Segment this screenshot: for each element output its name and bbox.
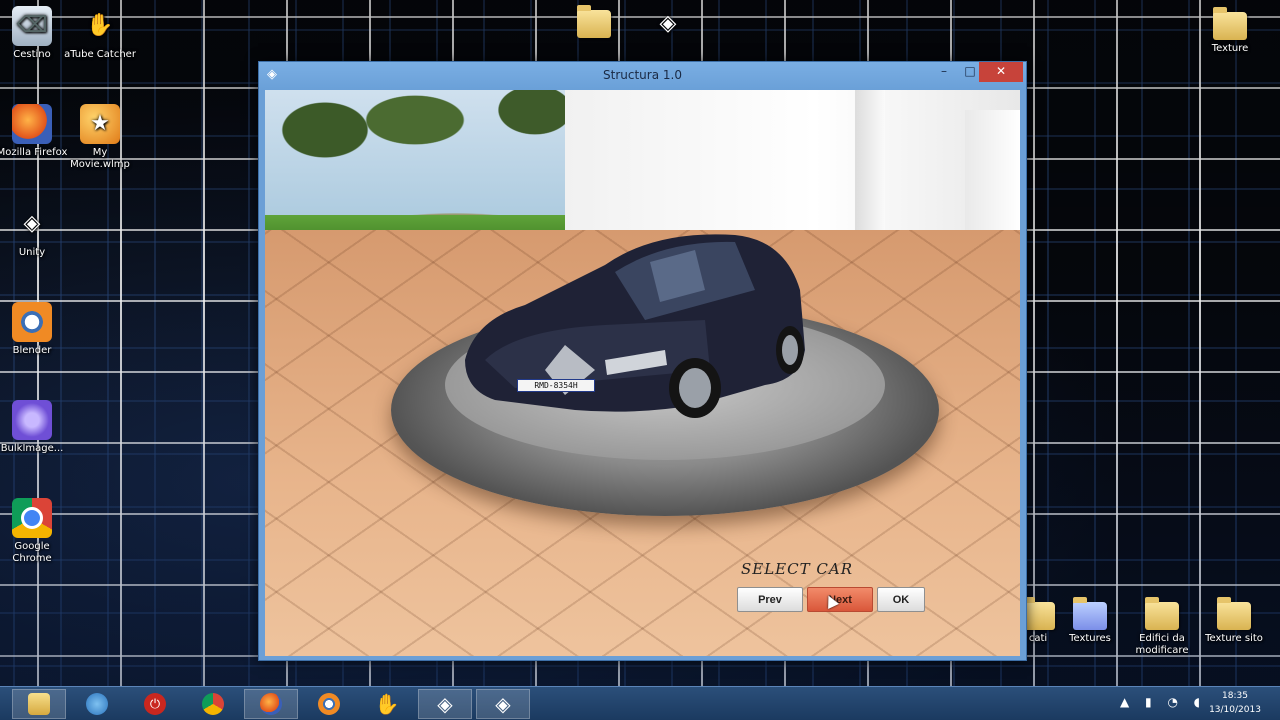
minimize-button[interactable]: – [931,62,957,82]
desktop-icon-label: Cestino [13,49,51,60]
unity-icon: ◈ [495,692,511,716]
taskbar-chrome[interactable] [186,689,240,719]
taskbar-unity-1[interactable]: ◈ [418,689,472,719]
taskbar-clock[interactable]: 18:35 13/10/2013 [1200,689,1270,717]
taskbar-unity-2[interactable]: ◈ [476,689,530,719]
taskbar-blender[interactable] [302,689,356,719]
unity-icon: ◈ [659,11,677,36]
taskbar: ⏻ ✋ ◈ ◈ ▲ ▮ ◔ ◖ 18:35 13/10/2013 [0,686,1280,720]
desktop-icon-label: Texture [1211,43,1249,54]
desktop-icon-my-movie[interactable]: ★ My Movie.wlmp [62,104,138,171]
desktop-icon-unity-top[interactable]: ◈ [630,4,706,47]
title-bar[interactable]: ◈ Structura 1.0 – □ ✕ [259,62,1026,90]
desktop-icon-label: Texture sito [1205,633,1263,644]
desktop-icon-label: Mozilla Firefox [0,147,68,158]
firefox-icon [12,104,52,144]
desktop-icon-texture-sito[interactable]: Texture sito [1196,596,1272,645]
recycle-bin-icon: ⌫ [12,6,52,46]
desktop-icon-firefox[interactable]: Mozilla Firefox [0,104,70,159]
select-car-label: SELECT CAR [741,560,853,578]
power-icon: ⏻ [144,693,166,715]
taskbar-atube-catcher[interactable]: ✋ [360,689,414,719]
desktop-icon-textures[interactable]: Textures [1052,596,1128,645]
chrome-icon [202,693,224,715]
close-button[interactable]: ✕ [979,62,1023,82]
network-icon [86,693,108,715]
desktop-icon-blender[interactable]: Blender [0,302,70,357]
blender-icon [12,302,52,342]
atube-catcher-icon: ✋ [86,13,114,38]
taskbar-firefox[interactable] [244,689,298,719]
desktop-icon-label: My Movie.wlmp [70,147,130,170]
desktop-icon-label: cati [1028,633,1048,644]
file-explorer-icon [28,693,50,715]
next-button[interactable]: Next [807,587,873,612]
desktop-icon-chrome[interactable]: Google Chrome [0,498,70,565]
folder-icon [577,5,611,38]
system-tray[interactable]: ▲ ▮ ◔ ◖ [1120,695,1206,709]
prev-button[interactable]: Prev [737,587,803,612]
desktop-icon-label: Unity [18,247,46,258]
window-title: Structura 1.0 [603,68,682,82]
unity-icon: ◈ [23,211,41,236]
clock-time: 18:35 [1222,691,1248,701]
folder-icon [1145,597,1179,630]
desktop-icon-atube-catcher[interactable]: ✋ aTube Catcher [62,6,138,61]
folder-icon [1217,597,1251,630]
desktop-icon-edifici[interactable]: Edifici da modificare [1124,596,1200,657]
desktop-icon-label: Textures [1069,633,1111,644]
desktop-icon-bulkimage[interactable]: BulkImage... [0,400,70,455]
desktop-icon-label: aTube Catcher [64,49,136,60]
chrome-icon [12,498,52,538]
desktop-icon-label: BulkImage... [0,443,64,454]
desktop-icon-recycle-bin[interactable]: ⌫ Cestino [0,6,70,61]
desktop-icon-label: Edifici da modificare [1135,633,1189,656]
folder-icon [1073,597,1107,630]
game-viewport[interactable]: RMD-8354H SELECT CAR Prev Next OK [265,90,1020,656]
desktop-icon-texture[interactable]: Texture [1192,6,1268,55]
unity-icon: ◈ [437,692,453,716]
firefox-icon [260,693,282,715]
clock-date: 13/10/2013 [1209,705,1261,715]
app-window: ◈ Structura 1.0 – □ ✕ RMD-8354H SELECT C… [258,61,1027,661]
blender-icon [318,693,340,715]
desktop-icon-label: Google Chrome [12,541,52,564]
movie-file-icon: ★ [80,104,120,144]
desktop-icon-unity[interactable]: ◈ Unity [0,204,70,259]
taskbar-network[interactable] [70,689,124,719]
taskbar-file-explorer[interactable] [12,689,66,719]
desktop-icon-folder-top[interactable] [556,4,632,41]
taskbar-power[interactable]: ⏻ [128,689,182,719]
ok-button[interactable]: OK [877,587,925,612]
atube-catcher-icon: ✋ [374,692,400,716]
bulkimage-icon [12,400,52,440]
desktop-icon-label: Blender [12,345,52,356]
folder-icon [1213,7,1247,40]
license-plate: RMD-8354H [517,379,595,392]
car-model [465,234,805,418]
